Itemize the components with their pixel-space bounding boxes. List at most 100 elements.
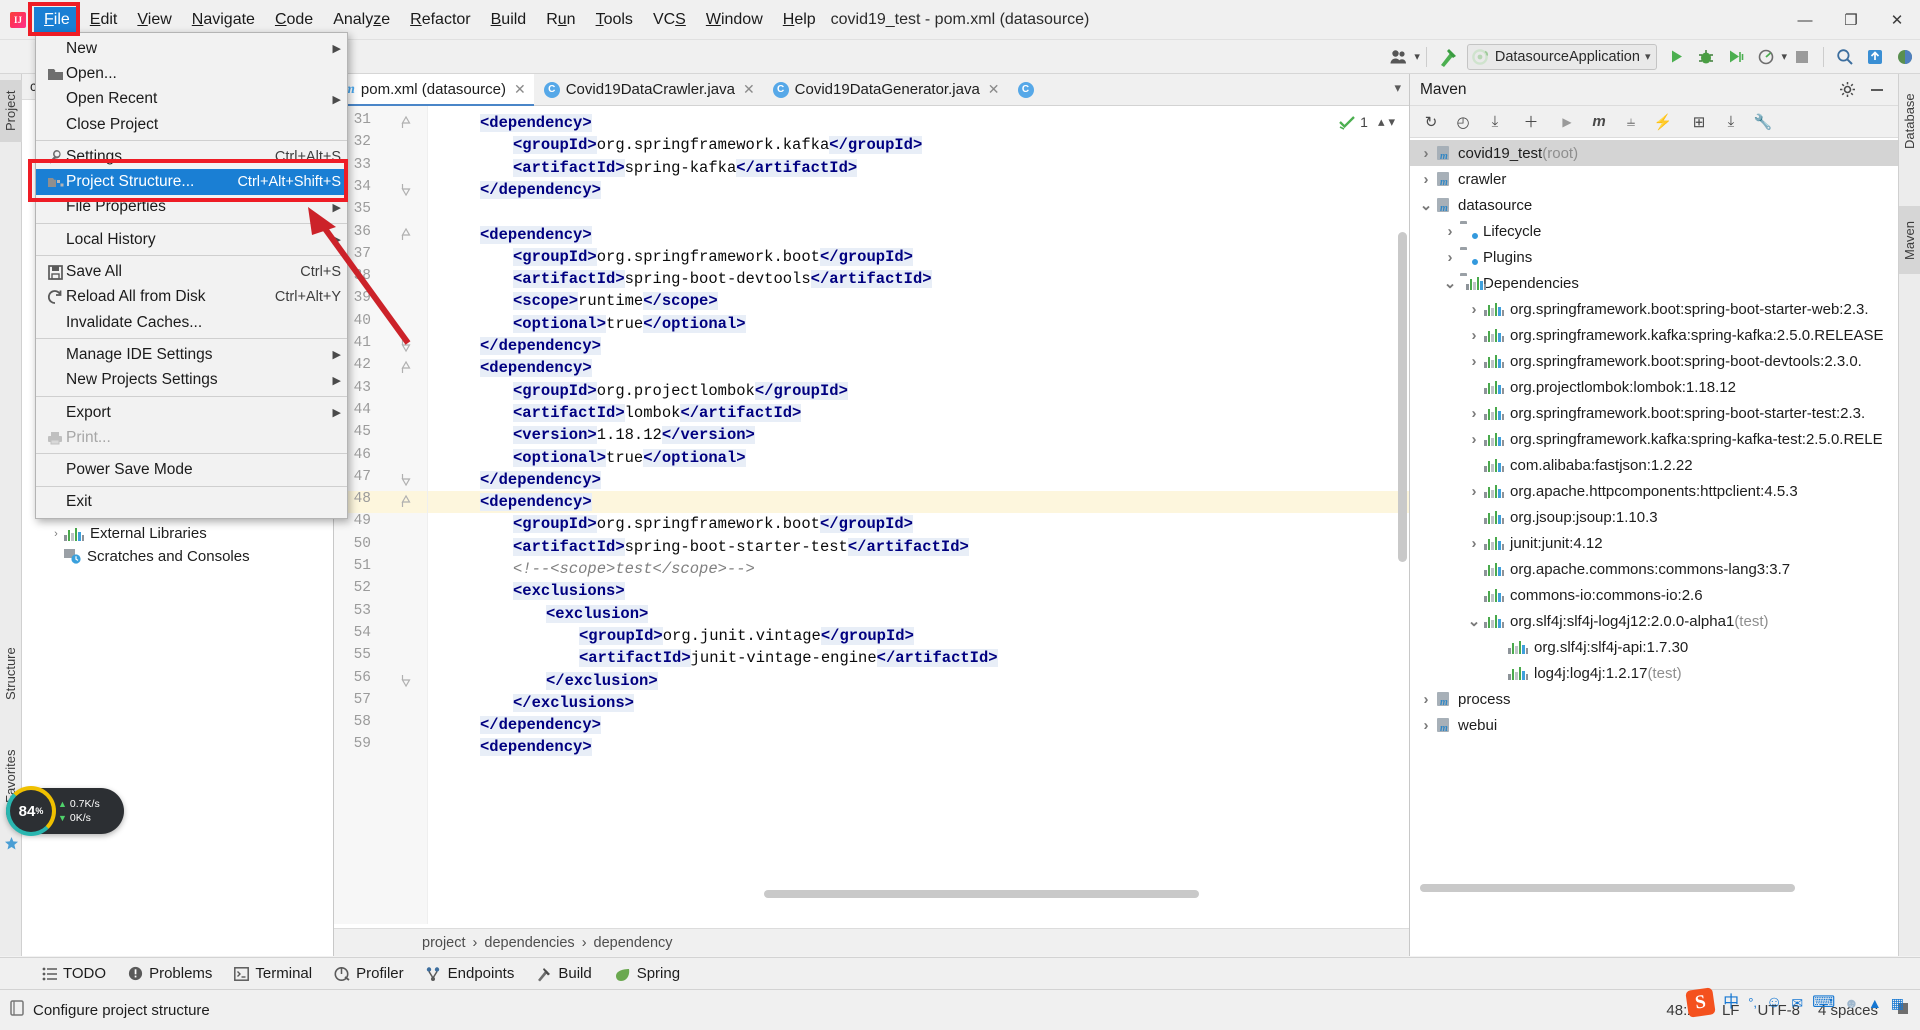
gear-icon[interactable] [1832, 77, 1862, 103]
bottom-tab-todo[interactable]: TODO [42, 965, 106, 982]
debug-icon[interactable] [1691, 43, 1721, 71]
bottom-tab-problems[interactable]: Problems [128, 965, 212, 982]
menu-item-analyze[interactable]: Analyze [323, 7, 400, 33]
fold-end-icon[interactable] [400, 335, 412, 358]
twisty-icon[interactable]: › [1416, 145, 1436, 162]
menu-item-edit[interactable]: Edit [80, 7, 128, 33]
bottom-tab-build[interactable]: Build [536, 965, 592, 982]
menu-item-project-structure[interactable]: Project Structure... Ctrl+Alt+Shift+S [36, 169, 347, 195]
menu-item-window[interactable]: Window [696, 7, 773, 33]
fold-end-icon[interactable] [400, 179, 412, 202]
sidebar-item-maven[interactable]: Maven [1899, 206, 1920, 274]
menu-item-export[interactable]: Export ▶ [36, 400, 347, 425]
menu-item-new[interactable]: New ▶ [36, 36, 347, 61]
editor-tab-covid19datacrawler.java[interactable]: C Covid19DataCrawler.java ✕ [534, 74, 763, 105]
editor-gutter[interactable]: 31 32 33 34 35 36 37 38 39 40 41 42 43 44 45 46 47 48 49 50… [334, 106, 428, 924]
close-icon[interactable]: ✕ [512, 81, 526, 98]
chevron-down-icon[interactable]: ▾ [1645, 50, 1651, 63]
fold-collapse-icon[interactable] [400, 224, 412, 247]
bottom-tab-endpoints[interactable]: Endpoints [426, 965, 514, 982]
twisty-icon[interactable]: › [1464, 535, 1484, 552]
star-icon[interactable] [4, 836, 18, 850]
maximize-button[interactable]: ❐ [1828, 0, 1874, 40]
menu-item-invalidate-caches[interactable]: Invalidate Caches... [36, 310, 347, 335]
emoji-icon[interactable]: ☺ [1766, 994, 1782, 1011]
execute-maven-goal-icon[interactable]: m [1584, 109, 1614, 135]
close-icon[interactable]: ✕ [741, 81, 755, 98]
maven-tree-row[interactable]: org.apache.commons:commons-lang3:3.7 [1410, 556, 1898, 582]
editor-tab-covid19datagenerator.java[interactable]: C Covid19DataGenerator.java ✕ [763, 74, 1008, 105]
download-sources-icon[interactable]: ⤓ [1480, 109, 1510, 135]
bottom-tab-terminal[interactable]: Terminal [234, 965, 312, 982]
menu-item-save-all[interactable]: Save All Ctrl+S [36, 259, 347, 284]
menu-item-manage-ide-settings[interactable]: Manage IDE Settings ▶ [36, 342, 347, 367]
maven-tree-row[interactable]: › org.springframework.boot:spring-boot-de… [1410, 348, 1898, 374]
close-icon[interactable]: ✕ [986, 81, 1000, 98]
maven-tree-row[interactable]: com.alibaba:fastjson:1.2.22 [1410, 452, 1898, 478]
code-editor[interactable]: 31 32 33 34 35 36 37 38 39 40 41 42 43 44 45 46 47 48 49 50… [334, 106, 1409, 924]
editor-tab-bar[interactable]: ▾ m pom.xml (datasource) ✕ C Covid19DataCraw… [334, 74, 1409, 106]
twisty-icon[interactable]: › [48, 528, 64, 540]
editor-tab[interactable]: C [1008, 74, 1042, 105]
build-hammer-icon[interactable] [1433, 43, 1463, 71]
maven-tree-row[interactable]: › junit:junit:4.12 [1410, 530, 1898, 556]
window-controls[interactable]: — ❐ ✕ [1782, 0, 1920, 40]
menu-item-open[interactable]: Open... [36, 61, 347, 86]
twisty-icon[interactable]: › [1440, 223, 1460, 240]
close-button[interactable]: ✕ [1874, 0, 1920, 40]
twisty-icon[interactable]: › [1416, 171, 1436, 188]
skin-theme-icon[interactable]: ▲ [1868, 996, 1882, 1010]
menu-item-help[interactable]: Help [773, 7, 826, 33]
bottom-tab-profiler[interactable]: Profiler [334, 965, 404, 982]
maven-settings-icon[interactable]: 🔧 [1748, 109, 1778, 135]
twisty-icon[interactable]: › [1440, 249, 1460, 266]
maven-project-tree[interactable]: › m covid19_test (root) › m crawler ⌄ m datasour… [1410, 138, 1898, 898]
editor-tab-pom.xml[interactable]: m pom.xml (datasource) ✕ [334, 74, 534, 106]
chevron-down-icon[interactable]: ▾ [1394, 80, 1401, 96]
maven-horizontal-scrollbar[interactable] [1420, 884, 1795, 892]
system-monitor-widget[interactable]: 84% ▲ 0.7K/s ▼ 0K/s [6, 786, 124, 836]
chinese-mode-icon[interactable]: 中 [1723, 994, 1739, 1011]
menu-item-print[interactable]: Print... [36, 425, 347, 450]
update-project-icon[interactable] [1860, 43, 1890, 71]
menu-item-file[interactable]: File [34, 6, 80, 33]
user-account-icon[interactable] [1384, 43, 1414, 71]
breadcrumb-item[interactable]: project [422, 935, 466, 951]
voice-input-icon[interactable]: ✉ [1791, 996, 1803, 1010]
maven-tree-row[interactable]: › Plugins [1410, 244, 1898, 270]
bottom-tab-spring[interactable]: Spring [614, 965, 680, 982]
maven-tree-row[interactable]: ⌄ org.slf4j:slf4j-log4j12:2.0.0-alpha1 (t… [1410, 608, 1898, 634]
twisty-icon[interactable]: › [1464, 301, 1484, 318]
run-coverage-icon[interactable] [1721, 43, 1751, 71]
breadcrumb-item[interactable]: dependencies [484, 935, 574, 951]
twisty-icon[interactable]: › [1416, 717, 1436, 734]
menu-item-view[interactable]: View [127, 7, 181, 33]
maven-tree-row[interactable]: › org.springframework.kafka:spring-kafka:… [1410, 322, 1898, 348]
menu-item-run[interactable]: Run [536, 7, 585, 33]
fold-collapse-icon[interactable] [400, 357, 412, 380]
chevron-up-icon[interactable]: ▴ [1372, 114, 1385, 130]
chevron-down-icon[interactable]: ▾ [1388, 114, 1395, 130]
twisty-icon[interactable]: › [1464, 431, 1484, 448]
code-content[interactable]: <dependency> <groupId>org.springframework… [428, 106, 1409, 924]
sidebar-item-structure[interactable]: Structure [0, 634, 22, 714]
menu-item-reload-all-from-disk[interactable]: Reload All from Disk Ctrl+Alt+Y [36, 285, 347, 310]
file-menu-popup[interactable]: New ▶ Open... Open Recent ▶ Close Project Sett… [35, 32, 348, 520]
list-item[interactable]: Scratches and Consoles [22, 545, 333, 568]
menu-item-local-history[interactable]: Local History ▶ [36, 227, 347, 252]
ide-avatar-icon[interactable] [1890, 43, 1920, 71]
generate-sources-icon[interactable]: ◴ [1448, 109, 1478, 135]
maven-tree-row[interactable]: › org.springframework.kafka:spring-kafka-… [1410, 426, 1898, 452]
punctuation-mode-icon[interactable]: °, [1748, 996, 1757, 1009]
reload-all-projects-icon[interactable]: ↻ [1416, 109, 1446, 135]
maven-tree-row[interactable]: › org.springframework.boot:spring-boot-st… [1410, 296, 1898, 322]
maven-tree-row[interactable]: › m crawler [1410, 166, 1898, 192]
fold-end-icon[interactable] [400, 469, 412, 492]
add-maven-project-icon[interactable]: ＋ [1516, 109, 1546, 135]
minimize-button[interactable]: — [1782, 0, 1828, 40]
maven-tree-row[interactable]: › org.springframework.boot:spring-boot-st… [1410, 400, 1898, 426]
maven-tree-row[interactable]: org.projectlombok:lombok:1.18.12 [1410, 374, 1898, 400]
twisty-icon[interactable]: ⌄ [1464, 612, 1484, 630]
menu-item-code[interactable]: Code [265, 7, 323, 33]
fold-collapse-icon[interactable] [400, 112, 412, 135]
